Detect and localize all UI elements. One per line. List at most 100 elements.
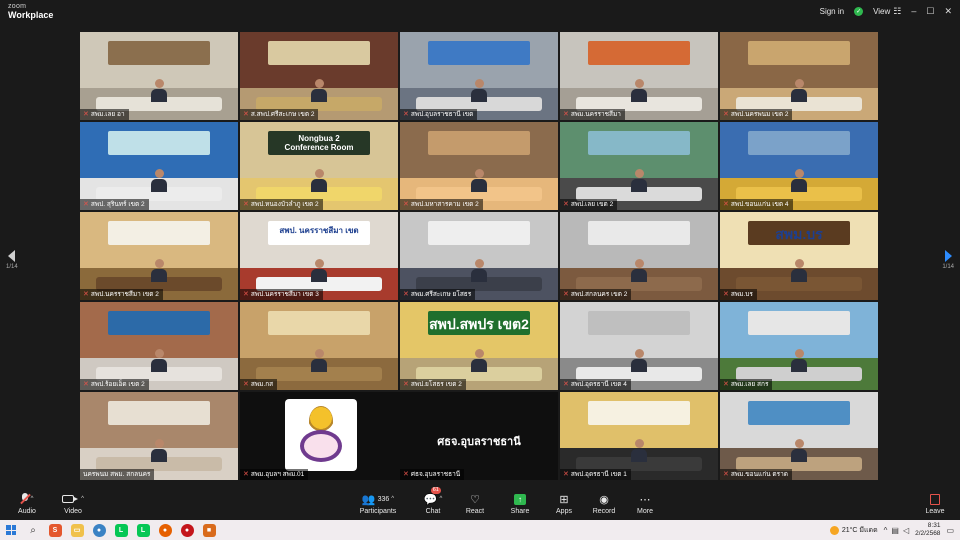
participant-video-tile[interactable]: ✕ ส.สพป.ศรีสะเกษ เขต 2 (240, 32, 398, 120)
participant-video-tile[interactable]: ✕ สพม.ศรีสะเกษ ยโสธร (400, 212, 558, 300)
taskbar-search-icon[interactable]: ⌕ (22, 525, 44, 536)
close-button[interactable]: ✕ (944, 6, 952, 17)
participant-name-label: ✕ ศธจ.อุบลราชธานี (400, 469, 465, 480)
participant-video-tile[interactable]: ✕ สพป.นครราชสีมา เขต 2 (80, 212, 238, 300)
participant-video-tile[interactable]: ✕ สพป.อุบลราชธานี เขต (400, 32, 558, 120)
mic-muted-icon (21, 493, 29, 505)
react-button[interactable]: ♡ React (452, 492, 498, 516)
speaker-icon[interactable]: ◁ (903, 526, 909, 535)
taskbar-app-active[interactable]: ■ (198, 523, 220, 537)
taskbar-app-line-1[interactable]: L (110, 523, 132, 537)
participant-name: สพป.อุดรธานี เขต 4 (570, 381, 627, 388)
participant-video-tile[interactable]: ✕ สพป.เลย เขต 2 (560, 122, 718, 210)
room-sign-text: สพป.สพปร เขต2 (429, 316, 529, 333)
next-page-control[interactable]: 1/14 (942, 250, 954, 270)
taskbar-app-explorer[interactable]: ▭ (66, 523, 88, 537)
participant-video-tile[interactable]: ✕ สพม.กส (240, 302, 398, 390)
participant-figure (311, 168, 327, 192)
share-button[interactable]: ↑ Share (497, 492, 543, 515)
start-button[interactable] (0, 525, 22, 535)
participant-name-label: ✕ สพม.นครราชสีมา (560, 109, 625, 120)
participant-video-tile[interactable]: ✕ สพม.ขอนแก่น ตราด (720, 392, 878, 480)
taskbar-app-opera[interactable]: ● (176, 523, 198, 537)
maximize-button[interactable]: ☐ (926, 6, 934, 17)
participant-video-tile[interactable]: ✕ สพป.ขอนแก่น เขต 4 (720, 122, 878, 210)
more-button[interactable]: ⋯ More (622, 492, 668, 516)
participant-video-tile[interactable]: สพป. นครราชสีมา เขต ✕ สพป.นครราชสีมา เขต 3 (240, 212, 398, 300)
participant-figure (631, 78, 647, 102)
audio-button[interactable]: ^ Audio (4, 492, 50, 515)
chat-caret-icon[interactable]: ^ (439, 496, 442, 502)
weather-widget[interactable]: 21°C มีแดด (829, 525, 878, 536)
opera-icon: ● (180, 523, 194, 537)
network-icon[interactable]: ▤ (891, 526, 899, 535)
participant-video-tile[interactable]: สพม.บร ✕ สพม.บร (720, 212, 878, 300)
video-options-caret-icon[interactable]: ^ (81, 496, 84, 502)
windows-logo-icon (6, 525, 16, 535)
participant-name: สพม.บร (730, 291, 753, 298)
participant-video-tile[interactable]: ✕ สพป.ร้อยเอ็ด เขต 2 (80, 302, 238, 390)
participant-video-tile[interactable]: ✕ สพป.อุดรธานี เขต 4 (560, 302, 718, 390)
taskbar-app-line-2[interactable]: L (132, 523, 154, 537)
previous-page-icon[interactable] (8, 250, 16, 262)
participant-name: สพม.อุบลฯ สพม.01 (250, 471, 305, 478)
participant-video-tile[interactable]: ✕ สพม.นครราชสีมา (560, 32, 718, 120)
tray-icons[interactable]: ^ ▤ ◁ (884, 526, 909, 535)
mic-muted-icon: ✕ (243, 291, 249, 298)
encryption-shield-icon[interactable]: ✓ (854, 6, 864, 16)
more-icon: ⋯ (639, 493, 651, 506)
participant-name-label: ✕ สพป.ร้อยเอ็ด เขต 2 (80, 379, 149, 390)
mic-muted-icon: ✕ (83, 111, 89, 118)
audio-options-caret-icon[interactable]: ^ (31, 496, 34, 502)
participant-video-tile[interactable]: นครพนม สพม. สกลนคร (80, 392, 238, 480)
chat-button[interactable]: 💬 61 ^ Chat (410, 487, 456, 515)
notification-icon[interactable]: ▭ (946, 526, 954, 535)
participant-name: สพป.อุบลราชธานี เขต (410, 111, 474, 118)
minimize-button[interactable]: – (911, 6, 916, 17)
clock-time: 8:31 (927, 522, 941, 529)
participant-name-label: ✕ สพม.ศรีสะเกษ ยโสธร (400, 289, 476, 300)
participant-figure (471, 168, 487, 192)
participant-video-tile[interactable]: สพป.สพปร เขต2 ✕ สพป.ยโสธร เขต 2 (400, 302, 558, 390)
previous-page-control[interactable]: 1/14 (6, 250, 18, 270)
room-banner (588, 220, 690, 246)
participant-video-tile[interactable]: ✕ สพป.มหาสารคาม เขต 2 (400, 122, 558, 210)
leave-label: Leave (925, 508, 945, 515)
mic-muted-icon: ✕ (723, 111, 729, 118)
participant-video-tile[interactable]: ✕ สพป.อุดรธานี เขต 1 (560, 392, 718, 480)
leave-button[interactable]: Leave (912, 492, 958, 515)
mic-muted-icon: ✕ (563, 471, 569, 478)
chevron-up-icon[interactable]: ^ (884, 526, 888, 535)
mic-muted-icon: ✕ (723, 381, 729, 388)
participant-name: สพม.ศรีสะเกษ ยโสธร (410, 291, 472, 298)
mic-muted-icon: ✕ (723, 201, 729, 208)
participant-video-tile[interactable]: ✕ สพม.เลย สกร (720, 302, 878, 390)
participant-name-label: ✕ สพม.กส (240, 379, 278, 390)
participant-video-tile[interactable]: ศธจ.อุบลราชธานี ✕ สพม.อุบลฯ สพม.01 ✕ ศธจ.อุบ… (240, 392, 558, 480)
participant-name-label: ✕ สพป.นครราชสีมา เขต 3 (240, 289, 323, 300)
participant-video-tile[interactable]: ✕ สพป.สกลนคร เขต 2 (560, 212, 718, 300)
taskbar-app-firefox[interactable]: ● (154, 523, 176, 537)
participant-figure (151, 258, 167, 282)
sign-in-button[interactable]: Sign in (820, 7, 844, 16)
video-label: Video (64, 508, 82, 515)
view-button[interactable]: View ☷ (873, 6, 901, 17)
participant-name: สพป.นครพนม เขต 2 (730, 111, 789, 118)
participant-video-tile[interactable]: ✕ สพป.นครพนม เขต 2 (720, 32, 878, 120)
taskbar-app-1[interactable]: S (44, 523, 66, 537)
clock[interactable]: 8:31 2/2/2568 (915, 522, 940, 538)
participants-button[interactable]: 👥 336 ^ Participants (355, 492, 401, 516)
participant-video-tile[interactable]: ✕ สพม.เลย อา (80, 32, 238, 120)
next-page-icon[interactable] (944, 250, 952, 262)
participant-name-label: ✕ ส.สพป.ศรีสะเกษ เขต 2 (240, 109, 319, 120)
participants-caret-icon[interactable]: ^ (391, 496, 394, 502)
taskbar-app-chrome[interactable]: ● (88, 523, 110, 537)
participant-video-tile[interactable]: Nongbua 2 Conference Room ✕ สพป.หนองบัวลำภ… (240, 122, 398, 210)
participant-name: สพป.อุดรธานี เขต 1 (570, 471, 627, 478)
participant-figure (471, 78, 487, 102)
participant-video-tile[interactable]: ✕ สพป. สุรินทร์ เขต 2 (80, 122, 238, 210)
system-tray: 21°C มีแดด ^ ▤ ◁ 8:31 2/2/2568 ▭ (829, 520, 954, 540)
view-label: View (873, 6, 891, 16)
video-button[interactable]: ^ Video (50, 492, 96, 515)
record-button[interactable]: ◉ Record (581, 492, 627, 516)
